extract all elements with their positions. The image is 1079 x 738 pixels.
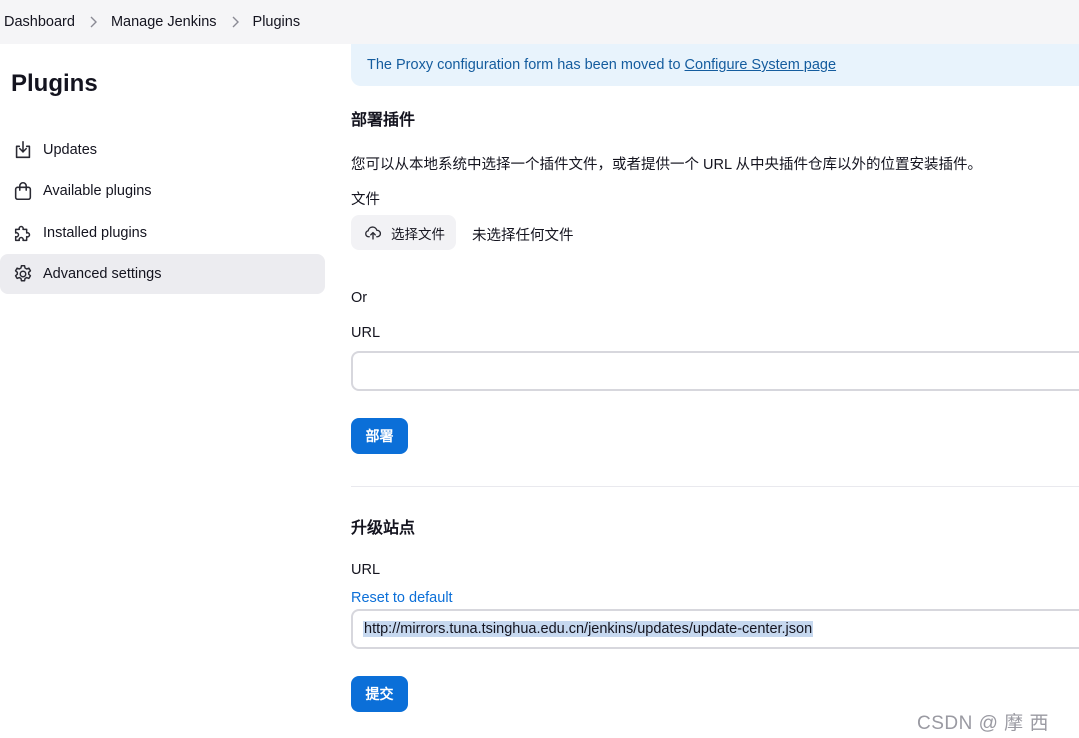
submit-button[interactable]: 提交 xyxy=(351,676,408,712)
update-site-url-input[interactable]: http://mirrors.tuna.tsinghua.edu.cn/jenk… xyxy=(351,609,1079,649)
update-site-heading: 升级站点 xyxy=(351,520,416,537)
or-label: Or xyxy=(351,290,368,306)
deploy-url-input[interactable] xyxy=(351,351,1079,391)
url-label: URL xyxy=(351,325,381,341)
choose-file-button[interactable]: 选择文件 xyxy=(351,215,456,250)
deploy-plugin-heading: 部署插件 xyxy=(351,112,416,129)
sidebar-item-available-plugins[interactable]: Available plugins xyxy=(0,171,325,211)
shopping-bag-icon xyxy=(12,180,34,202)
section-divider xyxy=(351,486,1079,487)
breadcrumb-plugins[interactable]: Plugins xyxy=(253,14,301,30)
breadcrumb-dashboard[interactable]: Dashboard xyxy=(4,14,75,30)
breadcrumb: Dashboard Manage Jenkins Plugins xyxy=(0,0,1079,44)
sidebar-item-label: Updates xyxy=(43,142,98,158)
sidebar-item-advanced-settings[interactable]: Advanced settings xyxy=(0,254,325,294)
gear-icon xyxy=(12,263,34,285)
reset-to-default-link[interactable]: Reset to default xyxy=(351,590,453,606)
sidebar-item-label: Advanced settings xyxy=(43,266,162,282)
sidebar-item-label: Installed plugins xyxy=(43,225,147,241)
sidebar-title: Plugins xyxy=(11,70,98,97)
chevron-right-icon xyxy=(75,16,111,28)
download-icon xyxy=(12,139,34,161)
choose-file-label: 选择文件 xyxy=(391,226,445,242)
notice-text: The Proxy configuration form has been mo… xyxy=(367,57,681,73)
sidebar-item-updates[interactable]: Updates xyxy=(0,130,325,170)
no-file-chosen-text: 未选择任何文件 xyxy=(472,228,574,244)
configure-system-link[interactable]: Configure System page xyxy=(685,57,837,73)
deploy-description: 您可以从本地系统中选择一个插件文件，或者提供一个 URL 从中央插件仓库以外的位… xyxy=(351,157,983,173)
deploy-button[interactable]: 部署 xyxy=(351,418,408,454)
chevron-right-icon xyxy=(217,16,253,28)
update-site-url-label: URL xyxy=(351,562,381,578)
sidebar-item-installed-plugins[interactable]: Installed plugins xyxy=(0,213,325,253)
file-label: 文件 xyxy=(351,192,380,208)
puzzle-icon xyxy=(12,222,34,244)
breadcrumb-manage-jenkins[interactable]: Manage Jenkins xyxy=(111,14,217,30)
proxy-notice: The Proxy configuration form has been mo… xyxy=(351,44,1079,86)
watermark: CSDN @ 摩 西 xyxy=(917,713,1049,734)
cloud-upload-icon xyxy=(365,225,382,240)
update-site-url-value: http://mirrors.tuna.tsinghua.edu.cn/jenk… xyxy=(363,621,814,637)
sidebar-item-label: Available plugins xyxy=(43,183,152,199)
